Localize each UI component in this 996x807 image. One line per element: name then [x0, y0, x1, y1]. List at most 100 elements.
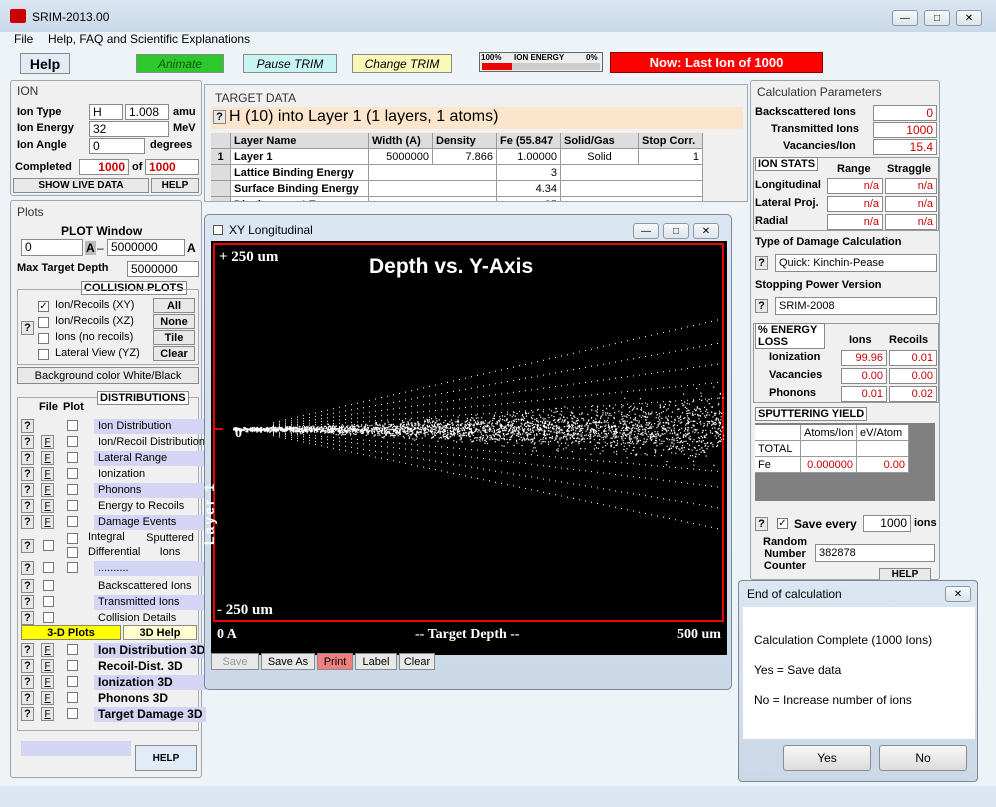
collision-help-button[interactable]: ? [21, 321, 34, 335]
damage-help-button[interactable]: ? [755, 256, 768, 270]
dist-plot-checkbox[interactable] [67, 452, 78, 463]
dialog-close-button[interactable]: ✕ [945, 586, 971, 602]
plots-3d-button[interactable]: 3-D Plots [21, 625, 121, 640]
menu-file[interactable]: File [14, 32, 33, 46]
dist-file-button[interactable]: F [41, 467, 54, 481]
dist3d-plot-checkbox[interactable] [67, 708, 78, 719]
dist-help-button[interactable]: ? [21, 451, 34, 465]
dist-file-button[interactable]: F [41, 435, 54, 449]
close-button[interactable]: ✕ [956, 10, 982, 26]
dist-file-button[interactable]: F [41, 499, 54, 513]
extra-plot-checkbox[interactable] [67, 562, 78, 573]
ion-mass-field[interactable]: 1.008 [125, 104, 169, 120]
dist-plot-checkbox[interactable] [67, 500, 78, 511]
clear-plots-button[interactable]: Clear [153, 346, 195, 361]
dist2-file-checkbox[interactable] [43, 580, 54, 591]
dist-help-button[interactable]: ? [21, 467, 34, 481]
maximize-button[interactable]: □ [924, 10, 950, 26]
sputter-file-checkbox[interactable] [43, 540, 54, 551]
target-help-button[interactable]: ? [213, 110, 226, 124]
dist-help-button[interactable]: ? [21, 499, 34, 513]
ion-type-field[interactable]: H [89, 104, 123, 120]
background-color-button[interactable]: Background color White/Black [17, 367, 199, 384]
dist-file-button[interactable]: F [41, 515, 54, 529]
dist2-help-button[interactable]: ? [21, 611, 34, 625]
dist2-help-button[interactable]: ? [21, 579, 34, 593]
extra-help-button[interactable]: ? [21, 561, 34, 575]
save-every-field[interactable]: 1000 [863, 515, 911, 532]
xy-print-button[interactable]: Print [317, 653, 353, 670]
save-every-help-button[interactable]: ? [755, 517, 768, 531]
random-counter-field[interactable]: 382878 [815, 544, 935, 562]
max-depth-field[interactable]: 5000000 [127, 261, 199, 277]
dist3d-plot-checkbox[interactable] [67, 660, 78, 671]
dist-file-button[interactable]: F [41, 451, 54, 465]
xz-checkbox[interactable] [38, 317, 49, 328]
dist-help-button[interactable]: ? [21, 435, 34, 449]
dist-plot-checkbox[interactable] [67, 436, 78, 447]
stopping-help-button[interactable]: ? [755, 299, 768, 313]
lateral-view-checkbox[interactable] [38, 349, 49, 360]
layer-cell[interactable]: 1 [639, 149, 703, 165]
damage-type-select[interactable]: Quick: Kinchin-Pease [775, 254, 937, 272]
plot-from-field[interactable]: 0 [21, 239, 83, 256]
dist3d-file-button[interactable]: F [41, 643, 54, 657]
dist3d-help-button[interactable]: ? [21, 691, 34, 705]
extra-file-checkbox[interactable] [43, 562, 54, 573]
energy-value[interactable]: 4.34 [497, 181, 561, 197]
dist3d-plot-checkbox[interactable] [67, 676, 78, 687]
xy-clear-button[interactable]: Clear [399, 653, 435, 670]
animate-button[interactable]: Animate [136, 54, 224, 73]
xy-checkbox[interactable]: ✓ [38, 301, 49, 312]
minimize-button[interactable]: — [892, 10, 918, 26]
change-trim-button[interactable]: Change TRIM [352, 54, 452, 73]
differential-checkbox[interactable] [67, 547, 78, 558]
save-every-checkbox[interactable]: ✓ [777, 518, 788, 529]
dist3d-help-button[interactable]: ? [21, 643, 34, 657]
ion-help-button[interactable]: HELP [151, 178, 199, 193]
dist3d-help-button[interactable]: ? [21, 707, 34, 721]
dist3d-file-button[interactable]: F [41, 659, 54, 673]
xy-save-as-button[interactable]: Save As [261, 653, 315, 670]
energy-value[interactable]: 25 [497, 197, 561, 201]
layer-cell[interactable]: 1.00000 [497, 149, 561, 165]
dist3d-file-button[interactable]: F [41, 675, 54, 689]
dist-plot-checkbox[interactable] [67, 420, 78, 431]
dist3d-help-button[interactable]: ? [21, 675, 34, 689]
dist-file-button[interactable]: F [41, 483, 54, 497]
total-ions-field[interactable]: 1000 [145, 159, 199, 175]
dist-plot-checkbox[interactable] [67, 468, 78, 479]
xy-label-button[interactable]: Label [355, 653, 397, 670]
dialog-yes-button[interactable]: Yes [783, 745, 871, 771]
help-3d-button[interactable]: 3D Help [123, 625, 197, 640]
none-button[interactable]: None [153, 314, 195, 329]
ion-angle-field[interactable]: 0 [89, 138, 145, 154]
dist3d-plot-checkbox[interactable] [67, 692, 78, 703]
pause-trim-button[interactable]: Pause TRIM [243, 54, 337, 73]
dialog-no-button[interactable]: No [879, 745, 967, 771]
energy-value[interactable]: 3 [497, 165, 561, 181]
xy-save-button[interactable]: Save [211, 653, 259, 670]
dist2-help-button[interactable]: ? [21, 595, 34, 609]
dist-help-button[interactable]: ? [21, 515, 34, 529]
dist2-file-checkbox[interactable] [43, 612, 54, 623]
sputter-help-button[interactable]: ? [21, 539, 34, 553]
help-button[interactable]: Help [20, 53, 70, 74]
xy-minimize-button[interactable]: — [633, 223, 659, 239]
plot-to-field[interactable]: 5000000 [107, 239, 185, 256]
dist3d-file-button[interactable]: F [41, 707, 54, 721]
dist2-file-checkbox[interactable] [43, 596, 54, 607]
integral-checkbox[interactable] [67, 533, 78, 544]
dist-help-button[interactable]: ? [21, 419, 34, 433]
dist3d-help-button[interactable]: ? [21, 659, 34, 673]
dist3d-file-button[interactable]: F [41, 691, 54, 705]
ions-no-recoils-checkbox[interactable] [38, 333, 49, 344]
distributions-help-button[interactable]: HELP [135, 745, 197, 771]
xy-maximize-button[interactable]: □ [663, 223, 689, 239]
ion-energy-field[interactable]: 32 [89, 121, 169, 137]
dist-plot-checkbox[interactable] [67, 516, 78, 527]
dist-plot-checkbox[interactable] [67, 484, 78, 495]
menu-help[interactable]: Help, FAQ and Scientific Explanations [48, 32, 250, 46]
layer-cell[interactable]: 7.866 [433, 149, 497, 165]
show-live-data-button[interactable]: SHOW LIVE DATA [13, 178, 149, 193]
